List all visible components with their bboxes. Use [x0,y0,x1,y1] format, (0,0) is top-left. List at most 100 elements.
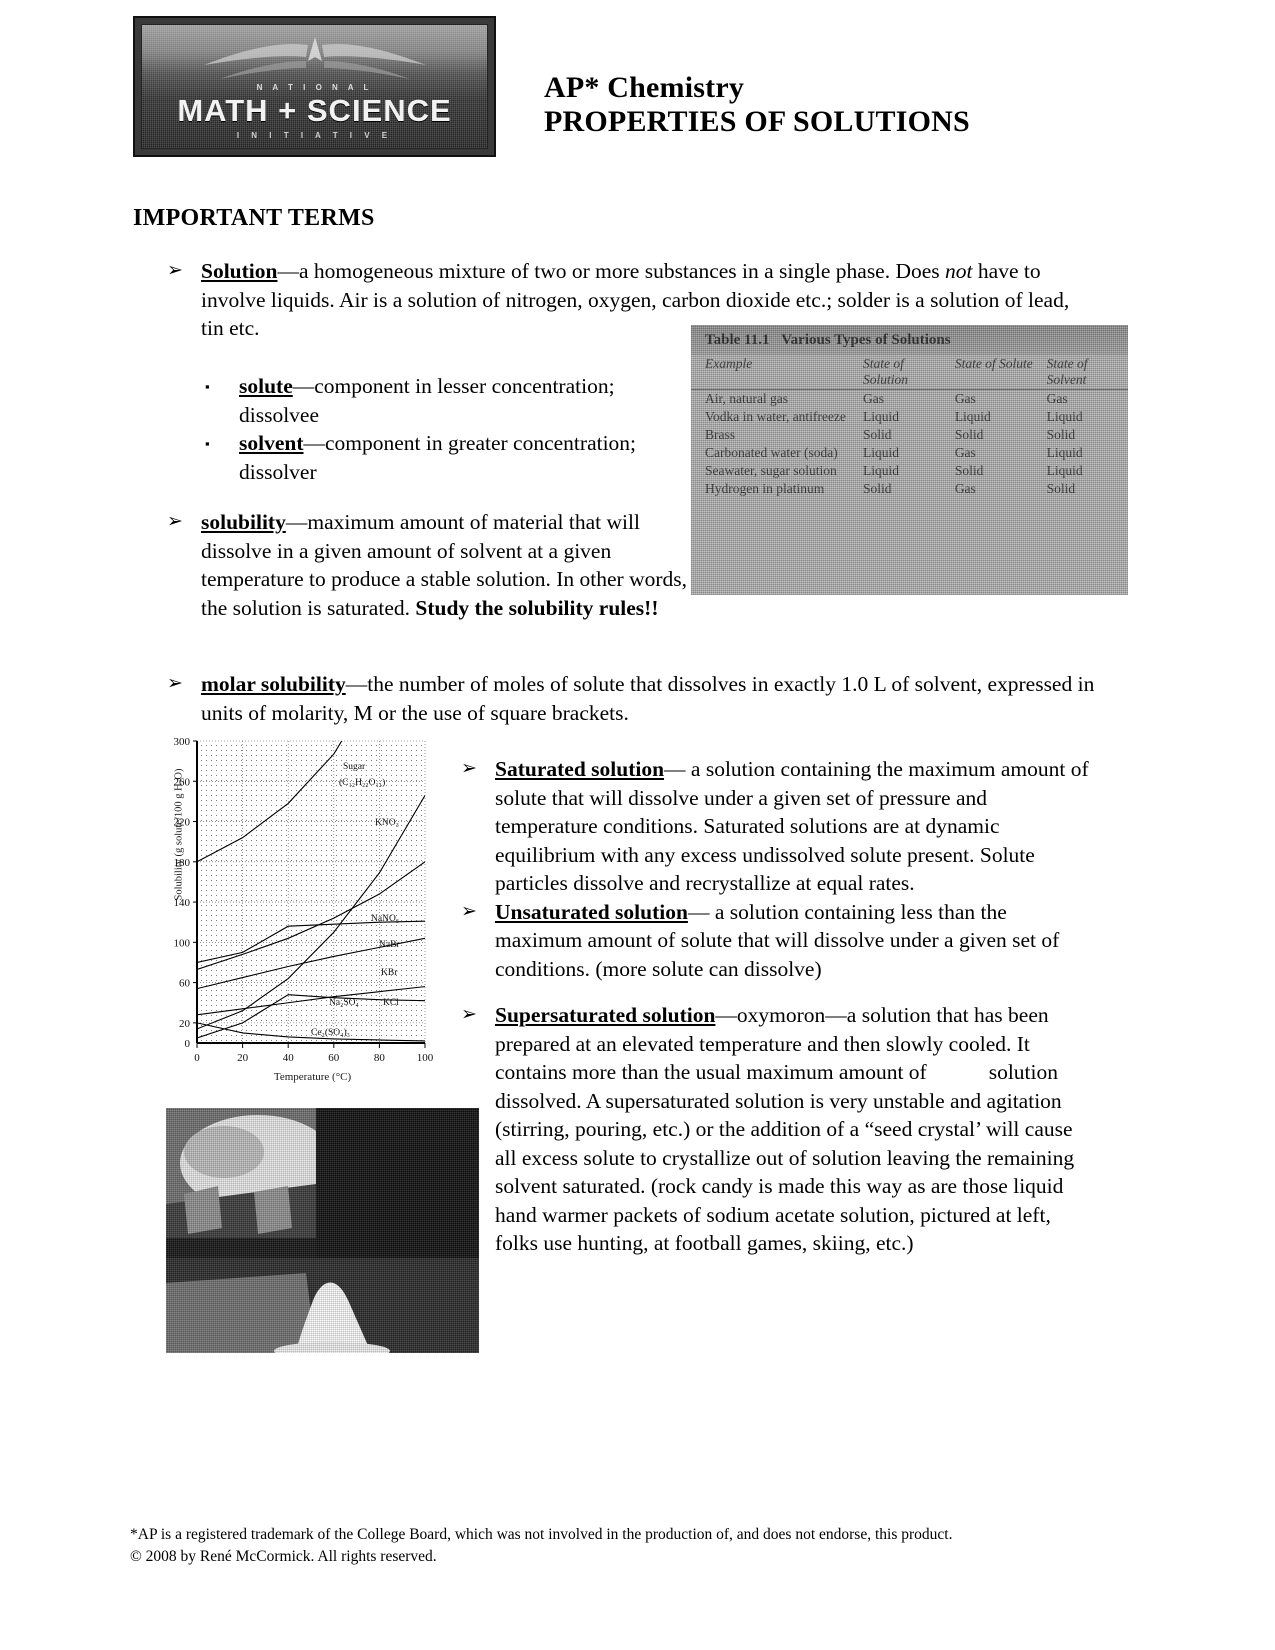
cell-state-solute: Gas [954,445,976,460]
term-solubility-emphasis: Study the solubility rules!! [415,595,659,620]
photo-content [166,1108,479,1353]
arrow-bullet-icon: ➢ [461,900,477,922]
term-supersaturated-label: Supersaturated solution [495,1003,716,1027]
term-solution-label: Solution [201,259,278,283]
cell-example: Vodka in water, antifreeze [705,409,846,424]
section-heading-important-terms: IMPORTANT TERMS [133,205,375,231]
sub-terms-block: ▪ solute—component in lesser concentrati… [205,372,675,486]
chart-series-label: NaNO₃ [371,914,399,924]
term-solvent-label: solvent [239,431,304,455]
term-solution-text-italic: not [945,259,973,283]
term-solute-text: —component in lesser concentration; diss… [239,374,615,427]
table-caption-number: Table 11.1 [705,332,770,348]
col-header-example: Example [691,355,858,390]
term-supersaturated-body: Supersaturated solution—oxymoron—a solut… [495,1001,1093,1258]
bullet-solubility: ➢ solubility—maximum amount of material … [167,508,687,622]
cell-state-solvent: Solid [1046,427,1076,442]
course-title: AP* Chemistry [544,71,745,104]
cell-example: Air, natural gas [705,391,789,406]
arrow-bullet-icon: ➢ [461,758,477,779]
chart-y-tick-label: 60 [179,978,191,990]
logo-background: N A T I O N A L MATH + SCIENCE I N I T I… [141,24,488,149]
chart-x-tick-label: 40 [283,1052,295,1064]
cell-example: Hydrogen in platinum [705,481,825,496]
term-solubility-block: ➢ solubility—maximum amount of material … [167,508,687,622]
definitions-block: ➢ Saturated solution— a solution contain… [461,755,1093,1258]
cell-state-solution: Liquid [863,445,900,460]
square-bullet-icon: ▪ [205,379,210,394]
logo-text-main: MATH + SCIENCE [177,93,452,128]
term-solubility-label: solubility [201,510,286,534]
term-saturated-body: Saturated solution— a solution containin… [495,755,1093,898]
bullet-solvent: ▪ solvent—component in greater concentra… [205,429,675,486]
table-body: Air, natural gas Gas Gas Gas Vodka in wa… [691,390,1128,499]
footer-trademark-line: *AP is a registered trademark of the Col… [130,1526,953,1543]
cell-state-solute: Liquid [954,409,991,424]
cell-example: Brass [705,427,735,442]
term-molar-solubility-label: molar solubility [201,672,346,696]
chart-series-label: NaBr [379,940,400,950]
chart-x-axis-label: Temperature (°C) [273,1071,352,1083]
solution-types-table: Example State of Solution State of Solut… [691,355,1128,498]
term-solvent-body: solvent—component in greater concentrati… [239,429,675,486]
chart-y-tick-label: 140 [174,897,191,909]
cell-state-solvent: Liquid [1046,445,1083,460]
term-unsaturated-body: Unsaturated solution— a solution contain… [495,898,1093,984]
col-header-state-of-solute: State of Solute [948,355,1041,390]
arrow-bullet-icon: ➢ [167,673,183,694]
logo-text-national: N A T I O N A L [256,83,373,92]
eagle-wings-icon [203,37,426,79]
table-caption: Table 11.1 Various Types of Solutions [691,325,1128,355]
chart-series-label: Ce₂(SO₄)₃ [311,1027,350,1038]
term-molar-solubility-body: molar solubility—the number of moles of … [201,670,1097,727]
cell-state-solute: Solid [954,427,984,442]
chart-y-tick-label: 300 [174,736,191,748]
cell-state-solvent: Solid [1046,481,1076,496]
chart-y-tick-label: 100 [174,937,191,949]
table-row: Carbonated water (soda) Liquid Gas Liqui… [691,444,1128,462]
cell-state-solute: Gas [954,391,976,406]
cell-state-solution: Solid [863,481,892,496]
term-solute-body: solute—component in lesser concentration… [239,372,675,429]
chart-series-label: Sugar [343,762,366,772]
term-unsaturated-label: Unsaturated solution [495,899,688,924]
logo-text-initiative: I N I T I A T I V E [236,131,393,140]
chart-y-tick-label: 260 [174,776,191,788]
term-supersaturated-continuation: solution dissolved. A supersaturated sol… [495,1060,1075,1255]
arrow-bullet-icon: ➢ [167,511,183,532]
chart-y-tick-label: 0 [185,1038,191,1050]
chart-x-tick-label: 20 [237,1052,249,1064]
col-header-state-of-solution: State of Solution [857,355,949,390]
table-row: Seawater, sugar solution Liquid Solid Li… [691,462,1128,480]
solution-types-table-image: Table 11.1 Various Types of Solutions Ex… [691,325,1128,595]
cell-state-solvent: Gas [1046,391,1068,406]
header-title-group: AP* Chemistry PROPERTIES OF SOLUTIONS [544,16,970,138]
bullet-solute: ▪ solute—component in lesser concentrati… [205,372,675,429]
term-solubility-body: solubility—maximum amount of material th… [201,508,687,622]
cell-example: Carbonated water (soda) [705,445,838,460]
chart-x-tick-label: 80 [374,1052,386,1064]
chart-y-tick-label: 180 [174,857,191,869]
chart-x-tick-label: 0 [194,1052,200,1064]
table-header-row: Example State of Solution State of Solut… [691,355,1128,390]
bullet-supersaturated-solution: ➢ Supersaturated solution—oxymoron—a sol… [461,1001,1093,1258]
cell-state-solute: Solid [954,463,984,478]
term-molar-solubility-block: ➢ molar solubility—the number of moles o… [167,670,1097,727]
page-title: PROPERTIES OF SOLUTIONS [544,104,970,138]
page-header: N A T I O N A L MATH + SCIENCE I N I T I… [133,16,1143,161]
chart-series-label: KNO₃ [375,818,399,828]
chart-x-tick-label: 100 [417,1052,434,1064]
sodium-acetate-crystallization-photo [166,1108,479,1353]
nmsi-logo: N A T I O N A L MATH + SCIENCE I N I T I… [133,16,496,157]
cell-state-solvent: Liquid [1046,409,1083,424]
chart-plot-area: Sugar (C₁₂H₂₂O₁₁) KNO₃ NaNO₃ NaBr KBr Na₂SO₄ KC… [174,736,434,1064]
table-row: Air, natural gas Gas Gas Gas [691,390,1128,409]
bullet-molar-solubility: ➢ molar solubility—the number of moles o… [167,670,1097,727]
cell-state-solution: Liquid [863,409,900,424]
arrow-bullet-icon: ➢ [167,260,183,281]
table-row: Vodka in water, antifreeze Liquid Liquid… [691,408,1128,426]
arrow-bullet-icon: ➢ [461,1004,477,1025]
chart-series-label: Na₂SO₄ [329,998,359,1008]
square-bullet-icon: ▪ [205,436,210,451]
